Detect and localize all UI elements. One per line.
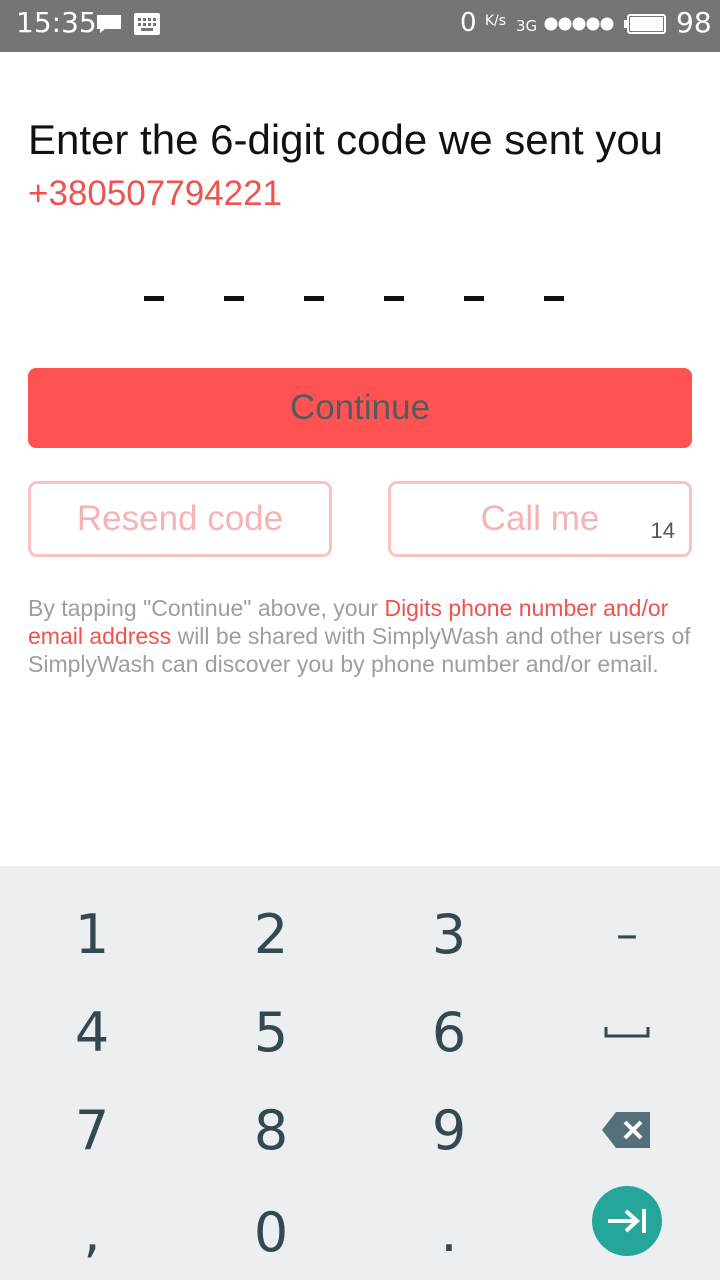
numeric-keypad: 1 2 3 – 4 5 6 7 8 9 , 0 . bbox=[0, 866, 720, 1280]
key-6[interactable]: 6 bbox=[389, 992, 509, 1072]
key-8[interactable]: 8 bbox=[211, 1090, 331, 1170]
resend-code-button[interactable]: Resend code bbox=[28, 481, 332, 557]
keyboard-icon bbox=[134, 13, 160, 35]
code-digit-slot[interactable] bbox=[224, 296, 244, 301]
key-backspace[interactable] bbox=[567, 1090, 687, 1170]
key-comma[interactable]: , bbox=[32, 1192, 152, 1272]
network-speed: 0 K/s bbox=[460, 8, 507, 38]
continue-button[interactable]: Continue bbox=[28, 368, 692, 448]
disclaimer-text: By tapping "Continue" above, your Digits… bbox=[28, 595, 691, 677]
next-icon bbox=[608, 1209, 646, 1233]
key-2[interactable]: 2 bbox=[211, 894, 331, 974]
code-digit-slot[interactable] bbox=[304, 296, 324, 301]
phone-number: +380507794221 bbox=[28, 174, 283, 213]
key-dash[interactable]: – bbox=[567, 894, 687, 974]
next-button[interactable] bbox=[592, 1186, 662, 1256]
code-digit-slot[interactable] bbox=[384, 296, 404, 301]
status-bar: 15:35 0 K/s 3G 98 bbox=[0, 0, 720, 52]
key-7[interactable]: 7 bbox=[32, 1090, 152, 1170]
code-digit-slot[interactable] bbox=[464, 296, 484, 301]
backspace-icon bbox=[602, 1112, 650, 1148]
page-title: Enter the 6-digit code we sent you bbox=[28, 116, 664, 163]
key-3[interactable]: 3 bbox=[389, 894, 509, 974]
code-digit-slot[interactable] bbox=[144, 296, 164, 301]
call-countdown: 14 bbox=[650, 518, 675, 543]
code-digit-slot[interactable] bbox=[544, 296, 564, 301]
code-input[interactable] bbox=[144, 296, 574, 302]
battery-level: 98 bbox=[676, 6, 712, 39]
network-type: 3G bbox=[516, 17, 538, 35]
message-icon bbox=[97, 15, 121, 33]
space-icon bbox=[604, 1027, 650, 1038]
call-me-button[interactable]: Call me 14 bbox=[388, 481, 692, 557]
key-1[interactable]: 1 bbox=[32, 894, 152, 974]
key-4[interactable]: 4 bbox=[32, 992, 152, 1072]
key-5[interactable]: 5 bbox=[211, 992, 331, 1072]
key-space[interactable] bbox=[567, 992, 687, 1072]
battery-icon bbox=[624, 14, 666, 34]
key-9[interactable]: 9 bbox=[389, 1090, 509, 1170]
signal-icon bbox=[544, 17, 614, 31]
key-period[interactable]: . bbox=[389, 1192, 509, 1272]
key-0[interactable]: 0 bbox=[211, 1192, 331, 1272]
call-me-label: Call me bbox=[480, 499, 600, 538]
status-time: 15:35 bbox=[16, 6, 97, 39]
